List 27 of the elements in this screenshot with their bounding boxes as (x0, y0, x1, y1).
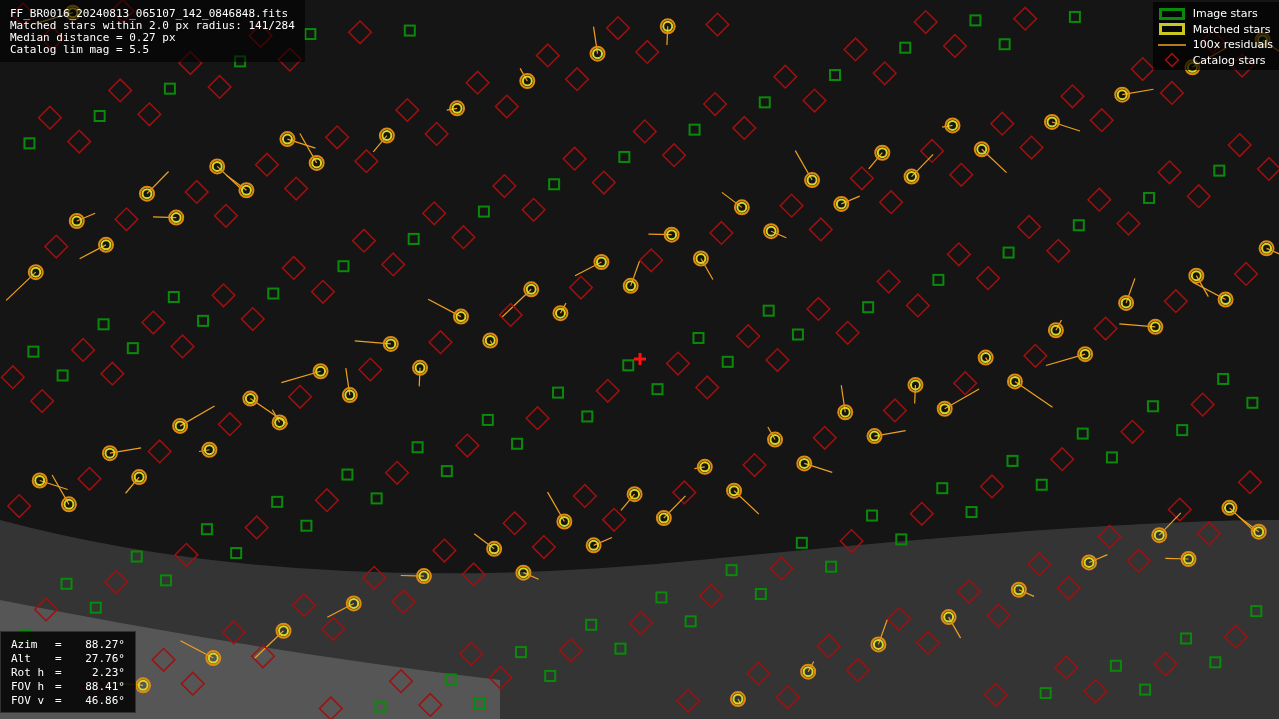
parameter-name: Rot h (11, 666, 46, 680)
file-name: FF_BR0016_20240813_065107_142_0846848.fits (10, 8, 290, 20)
parameter-value: 46.86° (84, 694, 125, 708)
equals-sign: = (55, 638, 62, 651)
diamond-icon (1163, 52, 1180, 69)
legend-label: Catalog stars (1192, 53, 1266, 67)
parameter-value: 2.23° (90, 666, 125, 680)
parameter-name: FOV h (11, 680, 46, 694)
parameter-name: Alt (11, 652, 32, 666)
parameter-name: Azim (11, 638, 39, 652)
square-icon (1158, 23, 1185, 36)
parameter-value: 88.41° (84, 680, 125, 694)
square-icon (1158, 7, 1185, 20)
info-text: Median distance = 0.27 px (10, 32, 177, 44)
parameter-value: 88.27° (84, 638, 125, 652)
parameter-name: FOV v (11, 694, 46, 708)
parameter-value: 27.76° (84, 652, 125, 666)
line-icon (1157, 43, 1186, 46)
legend-label: 100x residuals (1192, 38, 1273, 52)
equals-sign: = (55, 680, 62, 693)
legend-label: Matched stars (1192, 22, 1271, 36)
info-text: Matched stars within 2.0 px radius: 141/284 (10, 20, 295, 32)
equals-sign: = (55, 694, 62, 707)
info-text: Catalog lim mag = 5.5 (10, 44, 151, 56)
equals-sign: = (55, 666, 62, 679)
legend-label: Image stars (1192, 7, 1258, 21)
equals-sign: = (55, 652, 62, 665)
